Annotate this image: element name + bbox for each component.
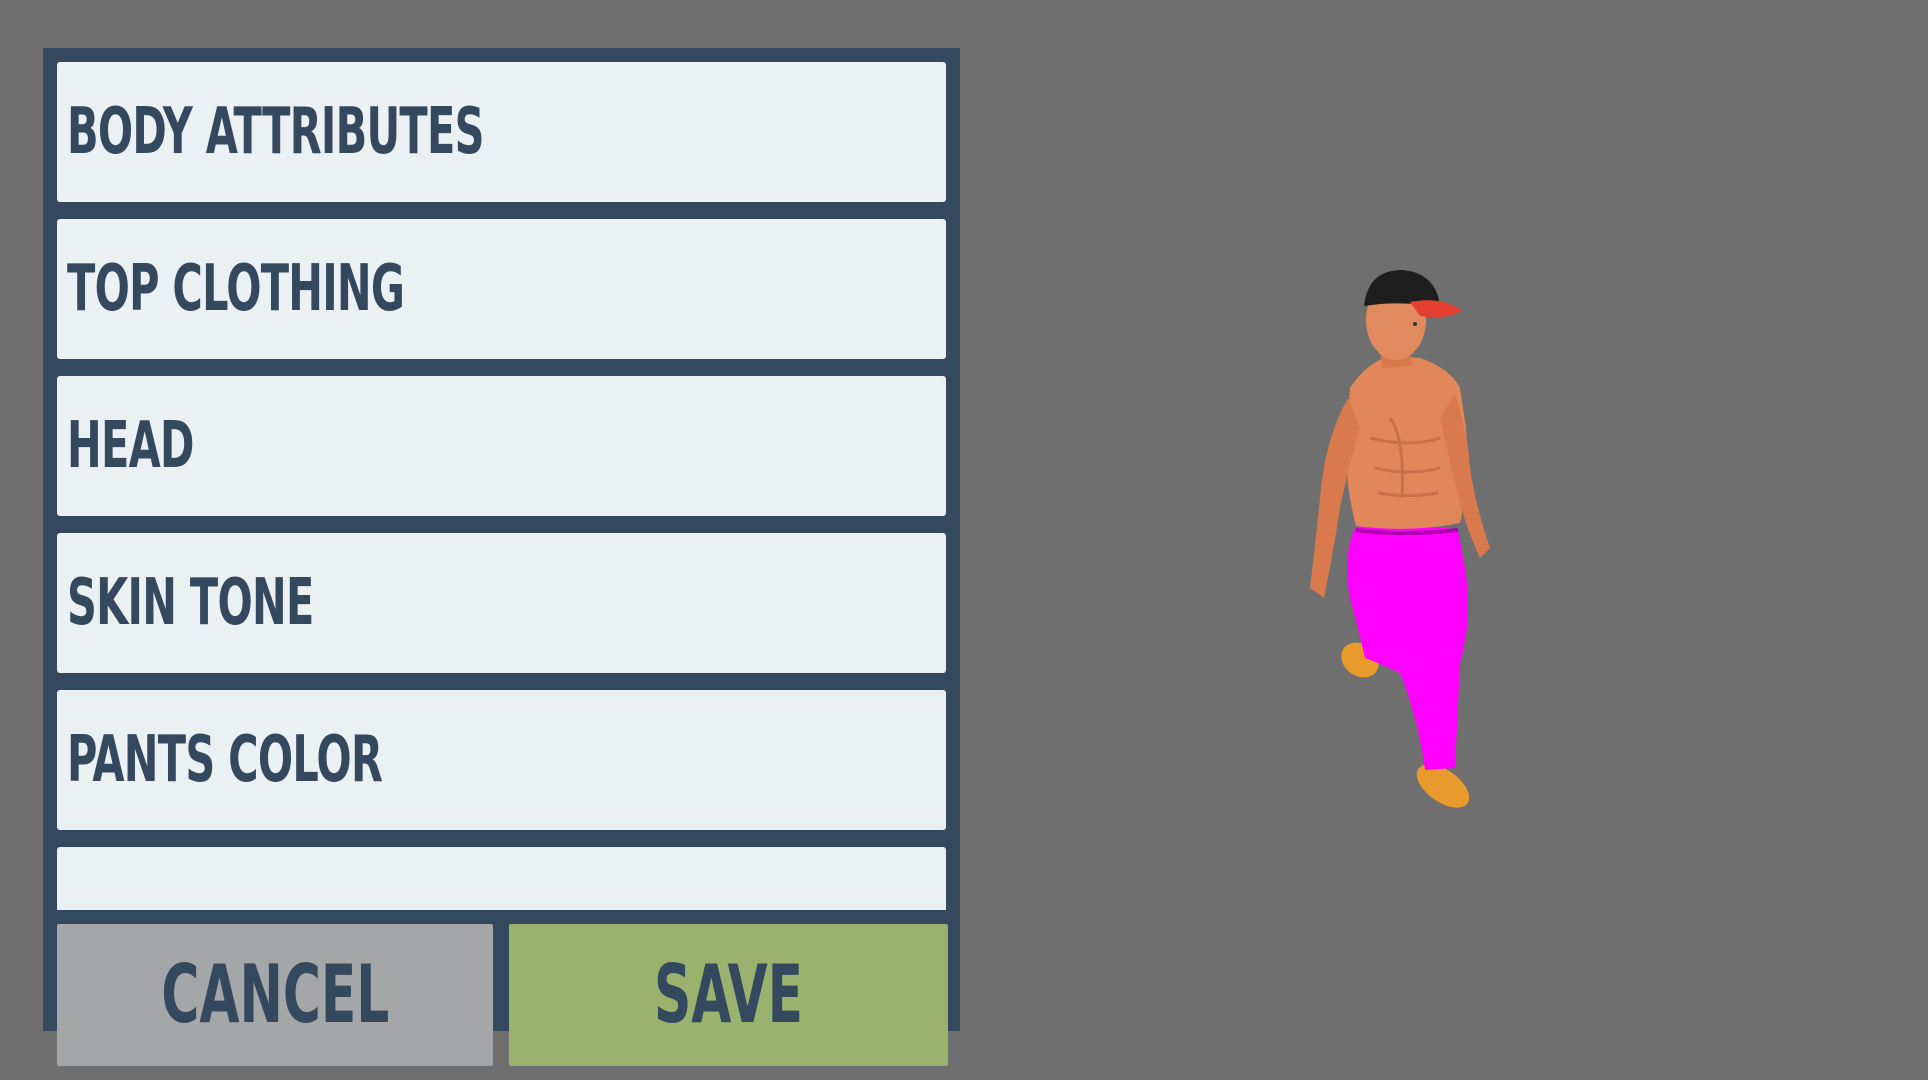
character-customization-screen: BODY ATTRIBUTES TOP CLOTHING HEAD SKIN T…: [0, 0, 1928, 1080]
pants: [1346, 523, 1469, 770]
character-preview: [1310, 270, 1490, 808]
category-body-attributes[interactable]: BODY ATTRIBUTES: [57, 62, 946, 202]
category-label: SKIN TONE: [67, 566, 314, 640]
category-label: HEAD: [67, 409, 194, 483]
category-next-partial[interactable]: [57, 847, 946, 910]
category-label: BODY ATTRIBUTES: [67, 95, 484, 169]
eye: [1413, 322, 1417, 326]
category-head[interactable]: HEAD: [57, 376, 946, 516]
category-label: PANTS COLOR: [67, 723, 383, 797]
save-button[interactable]: SAVE: [509, 924, 948, 1066]
category-top-clothing[interactable]: TOP CLOTHING: [57, 219, 946, 359]
category-pants-color[interactable]: PANTS COLOR: [57, 690, 946, 830]
customization-panel: BODY ATTRIBUTES TOP CLOTHING HEAD SKIN T…: [43, 48, 960, 1066]
category-list[interactable]: BODY ATTRIBUTES TOP CLOTHING HEAD SKIN T…: [57, 62, 948, 910]
category-skin-tone[interactable]: SKIN TONE: [57, 533, 946, 673]
cancel-button-label: CANCEL: [161, 948, 389, 1041]
cancel-button[interactable]: CANCEL: [57, 924, 493, 1066]
save-button-label: SAVE: [653, 948, 804, 1041]
category-label: TOP CLOTHING: [67, 252, 405, 326]
